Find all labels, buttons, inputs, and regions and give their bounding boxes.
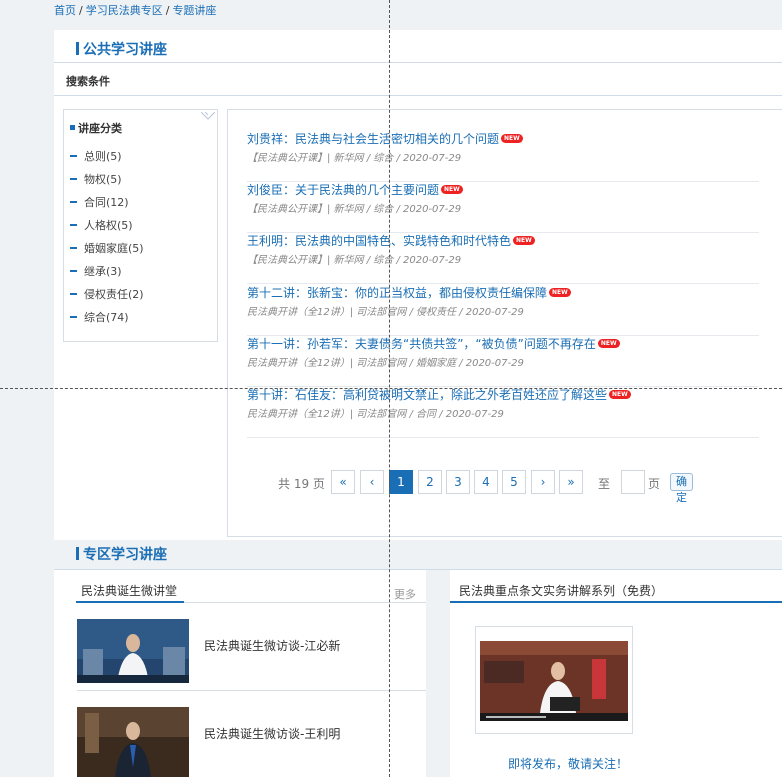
new-badge: NEW <box>549 288 571 297</box>
breadcrumb-separator: / <box>79 4 83 17</box>
lecture-meta: 民法典开讲（全12讲）| 司法部官网 / 合同 / 2020-07-29 <box>247 409 504 420</box>
lecture-title-link[interactable]: 刘俊臣：关于民法典的几个主要问题 <box>247 183 439 197</box>
zone-section-title: 专区学习讲座 <box>76 544 167 564</box>
category-box: 讲座分类 总则(5) 物权(5) 合同(12) 人格权(5) 婚姻家庭(5) 继… <box>63 109 218 342</box>
title-bar-icon <box>76 42 79 55</box>
dash-icon <box>70 224 77 226</box>
lecturer-video-image <box>480 641 628 721</box>
page-4-button[interactable]: 4 <box>474 470 498 494</box>
video-title[interactable]: 民法典诞生微访谈-王利明 <box>204 725 340 742</box>
breadcrumb: 首页 / 学习民法典专区 / 专题讲座 <box>54 2 216 18</box>
lecture-title-link[interactable]: 第十一讲：孙若军：夫妻债务“共债共签”，“被负债”问题不再存在 <box>247 337 596 351</box>
breadcrumb-current: 专题讲座 <box>172 4 217 17</box>
lecture-title-link[interactable]: 第十二讲：张新宝：你的正当权益，都由侵权责任编保障 <box>247 286 547 300</box>
lecture-item: 刘俊臣：关于民法典的几个主要问题 NEW 【民法典公开课】| 新华网 / 综合 /… <box>247 181 759 233</box>
lecture-title-link[interactable]: 王利明：民法典的中国特色、实践特色和时代特色 <box>247 234 511 248</box>
search-conditions-bar: 搜索条件 <box>54 62 782 96</box>
breadcrumb-separator: / <box>165 4 170 17</box>
goto-page-input[interactable] <box>621 470 645 494</box>
square-bullet-icon <box>70 125 75 130</box>
new-badge: NEW <box>441 185 463 194</box>
zone-lectures-section: 专区学习讲座 民法典诞生微讲堂 更多 民法典诞生微访谈-江必新 民法典诞生微访谈… <box>54 540 782 777</box>
interview-thumbnail-image <box>77 707 189 777</box>
dash-icon <box>70 270 77 272</box>
corner-fold-icon <box>201 112 215 120</box>
prev-page-button[interactable]: ‹ <box>360 470 384 494</box>
video-thumbnail[interactable] <box>77 619 189 683</box>
page-5-button[interactable]: 5 <box>502 470 526 494</box>
new-badge: NEW <box>609 390 631 399</box>
category-item[interactable]: 婚姻家庭(5) <box>70 240 144 256</box>
breadcrumb-zone[interactable]: 学习民法典专区 <box>86 4 163 17</box>
lecture-item: 第十一讲：孙若军：夫妻债务“共债共签”，“被负债”问题不再存在 NEW 民法典开讲… <box>247 335 759 387</box>
more-link[interactable]: 更多 <box>394 586 416 602</box>
lecture-item: 第十讲：石佳友：高利贷被明文禁止，除此之外老百姓还应了解这些 NEW 民法典开讲（… <box>247 386 759 438</box>
lecture-item: 王利明：民法典的中国特色、实践特色和时代特色 NEW 【民法典公开课】| 新华网 … <box>247 232 759 284</box>
new-badge: NEW <box>513 236 535 245</box>
interview-thumbnail-image <box>77 619 189 683</box>
lecture-list: 刘贵祥：民法典与社会生活密切相关的几个问题 NEW 【民法典公开课】| 新华网 /… <box>227 109 782 537</box>
active-tab-underline <box>450 601 782 603</box>
category-item[interactable]: 物权(5) <box>70 171 122 187</box>
category-item[interactable]: 综合(74) <box>70 309 129 325</box>
video-title[interactable]: 民法典诞生微访谈-江必新 <box>204 637 340 654</box>
goto-suffix-label: 页 <box>648 477 661 491</box>
lecture-meta: 【民法典公开课】| 新华网 / 综合 / 2020-07-29 <box>247 153 462 164</box>
dash-icon <box>70 316 77 318</box>
active-tab-underline <box>76 601 184 603</box>
search-conditions-label: 搜索条件 <box>66 75 110 88</box>
breadcrumb-home[interactable]: 首页 <box>54 4 76 17</box>
row-divider <box>77 690 426 691</box>
dash-icon <box>70 293 77 295</box>
promo-video-card[interactable] <box>475 626 633 734</box>
dash-icon <box>70 201 77 203</box>
confirm-page-button[interactable]: 确定 <box>670 473 693 504</box>
lecture-meta: 民法典开讲（全12讲）| 司法部官网 / 婚姻家庭 / 2020-07-29 <box>247 358 524 369</box>
page-1-button[interactable]: 1 <box>389 470 413 494</box>
lecture-title-link[interactable]: 刘贵祥：民法典与社会生活密切相关的几个问题 <box>247 132 499 146</box>
lecture-item: 第十二讲：张新宝：你的正当权益，都由侵权责任编保障 NEW 民法典开讲（全12讲）… <box>247 284 759 336</box>
horizontal-guide-line <box>0 388 782 389</box>
lecture-meta: 【民法典公开课】| 新华网 / 综合 / 2020-07-29 <box>247 255 462 266</box>
title-bar-icon <box>76 547 79 560</box>
lecture-meta: 民法典开讲（全12讲）| 司法部官网 / 侵权责任 / 2020-07-29 <box>247 307 524 318</box>
category-item[interactable]: 人格权(5) <box>70 217 133 233</box>
category-item[interactable]: 合同(12) <box>70 194 129 210</box>
lecture-meta: 【民法典公开课】| 新华网 / 综合 / 2020-07-29 <box>247 204 462 215</box>
dash-icon <box>70 178 77 180</box>
video-thumbnail[interactable] <box>77 707 189 777</box>
goto-prefix-label: 至 <box>598 477 611 491</box>
category-heading: 讲座分类 <box>70 120 122 136</box>
public-section-title: 公共学习讲座 <box>76 39 167 59</box>
page-3-button[interactable]: 3 <box>446 470 470 494</box>
category-item[interactable]: 总则(5) <box>70 148 122 164</box>
last-page-button[interactable]: » <box>559 470 583 494</box>
category-item[interactable]: 侵权责任(2) <box>70 286 144 302</box>
new-badge: NEW <box>501 134 523 143</box>
lecture-title-link[interactable]: 第十讲：石佳友：高利贷被明文禁止，除此之外老百姓还应了解这些 <box>247 388 607 402</box>
new-badge: NEW <box>597 339 620 348</box>
first-page-button[interactable]: « <box>331 470 355 494</box>
page-2-button[interactable]: 2 <box>418 470 442 494</box>
total-pages-text: 共 19 页 <box>278 477 325 491</box>
lecture-item: 刘贵祥：民法典与社会生活密切相关的几个问题 NEW 【民法典公开课】| 新华网 /… <box>247 130 759 182</box>
promo-video-screen <box>480 641 628 721</box>
public-lectures-panel: 公共学习讲座 搜索条件 讲座分类 总则(5) 物权(5) 合同(12) 人格权(… <box>54 30 782 540</box>
publish-notice: 即将发布，敬请关注！ <box>508 757 629 771</box>
category-item[interactable]: 继承(3) <box>70 263 122 279</box>
next-page-button[interactable]: › <box>531 470 555 494</box>
dash-icon <box>70 247 77 249</box>
dash-icon <box>70 155 77 157</box>
micro-lecture-column: 民法典诞生微讲堂 更多 民法典诞生微访谈-江必新 民法典诞生微访谈-王利明 <box>54 570 426 777</box>
